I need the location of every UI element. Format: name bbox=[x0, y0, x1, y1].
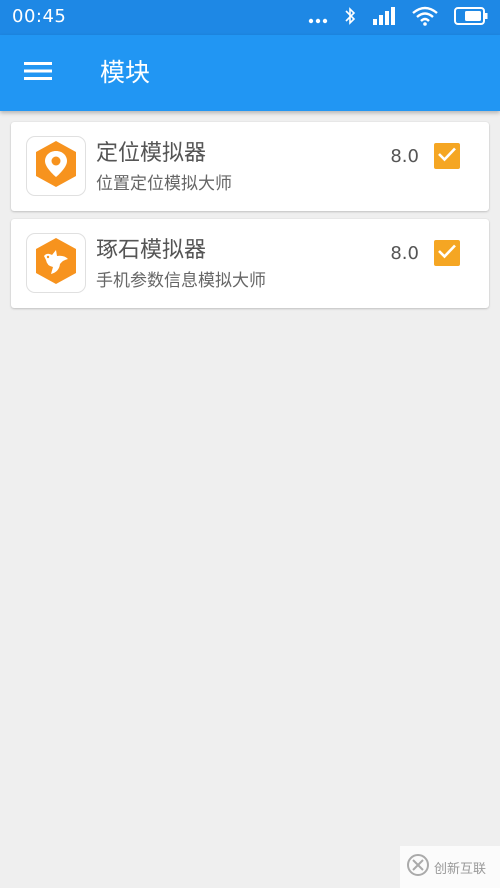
more-dots-icon bbox=[308, 9, 328, 28]
module-app-icon bbox=[26, 136, 86, 196]
module-app-icon bbox=[26, 233, 86, 293]
module-description: 位置定位模拟大师 bbox=[96, 174, 232, 194]
menu-icon bbox=[24, 60, 52, 86]
module-version: 8.0 bbox=[390, 243, 419, 264]
module-name: 琢石模拟器 bbox=[96, 238, 207, 263]
module-list: 定位模拟器 位置定位模拟大师 8.0 琢石模拟器 手机参数信息模拟大师 8.0 bbox=[11, 122, 489, 316]
bluetooth-icon bbox=[344, 6, 356, 30]
watermark: 创新互联 bbox=[400, 846, 500, 888]
status-time: 00:45 bbox=[12, 6, 67, 27]
bird-icon bbox=[32, 236, 80, 290]
page-title: 模块 bbox=[100, 58, 151, 87]
status-icons bbox=[308, 6, 488, 30]
module-description: 手机参数信息模拟大师 bbox=[96, 271, 266, 291]
watermark-text: 创新互联 bbox=[434, 861, 487, 877]
menu-button[interactable] bbox=[18, 55, 58, 91]
module-enable-checkbox[interactable] bbox=[434, 143, 460, 169]
logo-icon bbox=[406, 853, 430, 881]
checkmark-icon bbox=[437, 146, 457, 166]
module-item[interactable]: 定位模拟器 位置定位模拟大师 8.0 bbox=[11, 122, 489, 211]
module-item[interactable]: 琢石模拟器 手机参数信息模拟大师 8.0 bbox=[11, 219, 489, 308]
module-name: 定位模拟器 bbox=[96, 141, 207, 166]
app-bar: 模块 bbox=[0, 35, 500, 111]
wifi-icon bbox=[412, 6, 438, 30]
cell-signal-icon bbox=[372, 7, 396, 29]
battery-icon bbox=[454, 7, 488, 29]
module-enable-checkbox[interactable] bbox=[434, 240, 460, 266]
module-version: 8.0 bbox=[390, 146, 419, 167]
location-pin-icon bbox=[32, 139, 80, 193]
checkmark-icon bbox=[437, 243, 457, 263]
status-bar: 00:45 bbox=[0, 0, 500, 35]
